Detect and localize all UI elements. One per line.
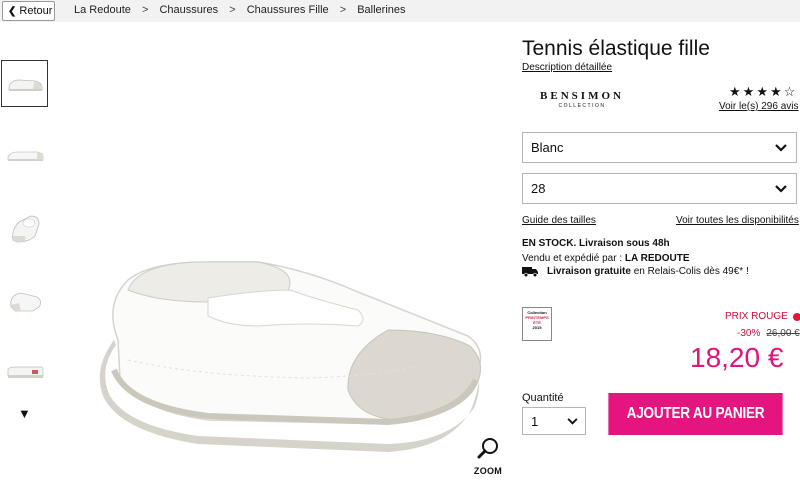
top-bar: ❮ Retour La Redoute > Chaussures > Chaus… [0, 0, 800, 22]
badge-line-2: PRINTEMPS ÉTÉ [525, 315, 549, 325]
quantity-label: Quantité [522, 392, 564, 404]
thumbnail-1[interactable] [1, 60, 48, 107]
breadcrumb-separator: > [339, 4, 347, 16]
breadcrumb: La Redoute > Chaussures > Chaussures Fil… [74, 4, 406, 16]
size-select[interactable]: 28 [522, 173, 797, 204]
breadcrumb-item-chaussures-fille[interactable]: Chaussures Fille [247, 4, 329, 16]
old-price: 26,00 € [766, 328, 800, 339]
stock-status: EN STOCK. Livraison sous 48h [522, 238, 670, 249]
star-filled-icon: ★ [742, 84, 757, 99]
brand-name: BENSIMON [540, 90, 624, 102]
zoom-button[interactable]: ZOOM [470, 436, 506, 476]
breadcrumb-item-ballerines[interactable]: Ballerines [357, 4, 405, 16]
breadcrumb-separator: > [141, 4, 149, 16]
delivery-rest: en Relais-Colis dès 49€* ! [633, 266, 749, 277]
delivery-info: Livraison gratuite en Relais-Colis dès 4… [522, 266, 749, 277]
zoom-label: ZOOM [473, 466, 503, 476]
chevron-down-icon [559, 408, 585, 434]
main-product-image[interactable] [58, 40, 508, 480]
shoe-main-image [99, 261, 482, 452]
star-empty-icon: ☆ [783, 84, 798, 99]
brand-logo[interactable]: BENSIMON COLLECTION [522, 90, 642, 109]
thumbnail-2[interactable] [1, 132, 48, 179]
seller-info: Vendu et expédié par : LA REDOUTE [522, 253, 690, 264]
add-to-cart-button[interactable]: AJOUTER AU PANIER [608, 393, 783, 435]
description-link[interactable]: Description détaillée [522, 62, 612, 73]
chevron-down-icon [766, 174, 796, 203]
collection-badge: Collection PRINTEMPS ÉTÉ 2015 [522, 307, 552, 341]
shoe-thumbnail-image [7, 151, 43, 161]
truck-icon [522, 267, 538, 277]
shoe-thumbnail-image [8, 79, 42, 91]
color-select[interactable]: Blanc [522, 132, 797, 163]
quantity-value: 1 [531, 413, 539, 429]
brand-sub: COLLECTION [558, 103, 606, 109]
seller-prefix: Vendu et expédié par : [522, 253, 623, 264]
chevron-down-icon [766, 133, 796, 162]
color-select-value: Blanc [531, 140, 564, 155]
back-button[interactable]: ❮ Retour [2, 1, 55, 21]
breadcrumb-item-chaussures[interactable]: Chaussures [159, 4, 218, 16]
prix-rouge-text: PRIX ROUGE [725, 311, 788, 322]
discount-percent: -30% [737, 328, 761, 339]
shoe-thumbnail-image [11, 215, 39, 242]
discount-line: -30% 26,00 € [737, 328, 800, 339]
reviews-link[interactable]: Voir le(s) 296 avis [719, 101, 798, 112]
rating-stars: ★★★★☆ [729, 84, 797, 100]
prix-rouge-label: PRIX ROUGE [725, 311, 800, 322]
shoe-thumbnail-image [7, 366, 43, 378]
size-select-value: 28 [531, 181, 546, 196]
magnifier-icon [477, 438, 498, 459]
quantity-select[interactable]: 1 [522, 407, 586, 435]
badge-line-3: 2015 [532, 325, 542, 330]
size-guide-link[interactable]: Guide des tailles [522, 215, 596, 226]
thumbnails-down-arrow-icon[interactable]: ▼ [18, 406, 31, 421]
product-title: Tennis élastique fille [522, 37, 710, 60]
thumbnail-3[interactable] [1, 204, 48, 251]
chevron-left-icon: ❮ [8, 5, 17, 17]
thumbnail-5[interactable] [1, 348, 48, 395]
seller-name: LA REDOUTE [624, 253, 690, 264]
shoe-thumbnail-image [9, 292, 41, 311]
current-price: 18,20 € [690, 342, 784, 373]
breadcrumb-item-la-redoute[interactable]: La Redoute [74, 4, 131, 16]
breadcrumb-separator: > [229, 4, 236, 16]
availability-link[interactable]: Voir toutes les disponibilités [676, 215, 799, 226]
red-dot-icon [792, 312, 800, 321]
star-filled-icon: ★ [729, 84, 743, 99]
delivery-bold: Livraison gratuite [547, 266, 631, 277]
thumbnail-4[interactable] [1, 276, 48, 323]
star-filled-icon: ★ [769, 84, 784, 99]
back-button-label: Retour [19, 5, 53, 17]
star-filled-icon: ★ [756, 84, 770, 99]
